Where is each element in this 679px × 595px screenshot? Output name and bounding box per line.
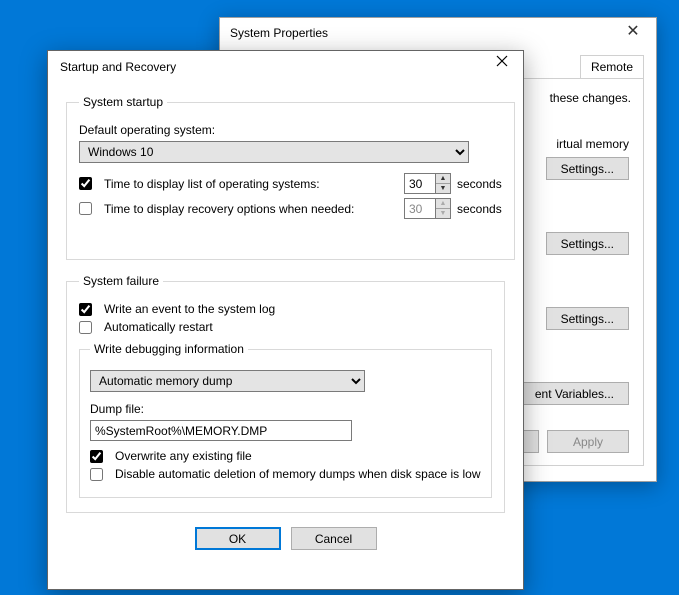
system-startup-legend: System startup xyxy=(79,95,167,109)
child-ok-button[interactable]: OK xyxy=(195,527,281,550)
time-recovery-label: Time to display recovery options when ne… xyxy=(104,202,398,216)
env-variables-button[interactable]: ent Variables... xyxy=(520,382,629,405)
spinner-up-icon: ▲ xyxy=(436,199,450,209)
dump-file-input[interactable] xyxy=(90,420,352,441)
child-body: System startup Default operating system:… xyxy=(48,83,523,560)
parent-title: System Properties xyxy=(230,26,328,40)
startup-recovery-window: Startup and Recovery System startup Defa… xyxy=(47,50,524,590)
parent-row-2: Settings... xyxy=(546,232,629,255)
time-list-spinner[interactable]: ▲▼ xyxy=(404,173,451,194)
seconds-label-2: seconds xyxy=(457,202,502,216)
time-recovery-value xyxy=(405,199,435,218)
settings-button-2[interactable]: Settings... xyxy=(546,232,629,255)
time-list-value[interactable] xyxy=(405,174,435,193)
debug-type-select[interactable]: Automatic memory dump xyxy=(90,370,365,392)
debug-info-group: Write debugging information Automatic me… xyxy=(79,342,492,498)
tab-remote[interactable]: Remote xyxy=(580,55,644,79)
write-event-label: Write an event to the system log xyxy=(104,302,275,316)
child-title: Startup and Recovery xyxy=(60,60,176,74)
overwrite-label: Overwrite any existing file xyxy=(115,449,252,463)
auto-restart-checkbox[interactable] xyxy=(79,321,92,334)
disable-delete-checkbox[interactable] xyxy=(90,468,103,481)
time-list-checkbox[interactable] xyxy=(79,177,92,190)
parent-close-button[interactable]: ✕ xyxy=(618,20,648,44)
system-failure-group: System failure Write an event to the sys… xyxy=(66,274,505,513)
parent-row-vmem: irtual memory Settings... xyxy=(546,137,629,180)
parent-apply-button[interactable]: Apply xyxy=(547,430,629,453)
disable-delete-label: Disable automatic deletion of memory dum… xyxy=(115,467,481,481)
time-recovery-checkbox[interactable] xyxy=(79,202,92,215)
debug-info-legend: Write debugging information xyxy=(90,342,248,356)
seconds-label-1: seconds xyxy=(457,177,502,191)
system-startup-group: System startup Default operating system:… xyxy=(66,95,515,260)
spinner-up-icon[interactable]: ▲ xyxy=(436,174,450,184)
time-recovery-spinner: ▲▼ xyxy=(404,198,451,219)
auto-restart-label: Automatically restart xyxy=(104,320,213,334)
parent-vmem-label: irtual memory xyxy=(546,137,629,151)
settings-button-1[interactable]: Settings... xyxy=(546,157,629,180)
settings-button-3[interactable]: Settings... xyxy=(546,307,629,330)
child-cancel-button[interactable]: Cancel xyxy=(291,527,377,550)
parent-row-env: ent Variables... xyxy=(520,382,629,405)
time-list-label: Time to display list of operating system… xyxy=(104,177,398,191)
default-os-label: Default operating system: xyxy=(79,123,215,137)
default-os-select[interactable]: Windows 10 xyxy=(79,141,469,163)
parent-titlebar: System Properties ✕ xyxy=(220,18,656,48)
system-failure-legend: System failure xyxy=(79,274,163,288)
child-close-button[interactable] xyxy=(487,55,517,79)
child-footer: OK Cancel xyxy=(66,527,505,550)
close-icon xyxy=(496,55,508,67)
write-event-checkbox[interactable] xyxy=(79,303,92,316)
dump-file-label: Dump file: xyxy=(90,402,144,416)
spinner-down-icon: ▼ xyxy=(436,209,450,218)
child-titlebar: Startup and Recovery xyxy=(48,51,523,83)
overwrite-checkbox[interactable] xyxy=(90,450,103,463)
parent-row-3: Settings... xyxy=(546,307,629,330)
spinner-down-icon[interactable]: ▼ xyxy=(436,184,450,193)
